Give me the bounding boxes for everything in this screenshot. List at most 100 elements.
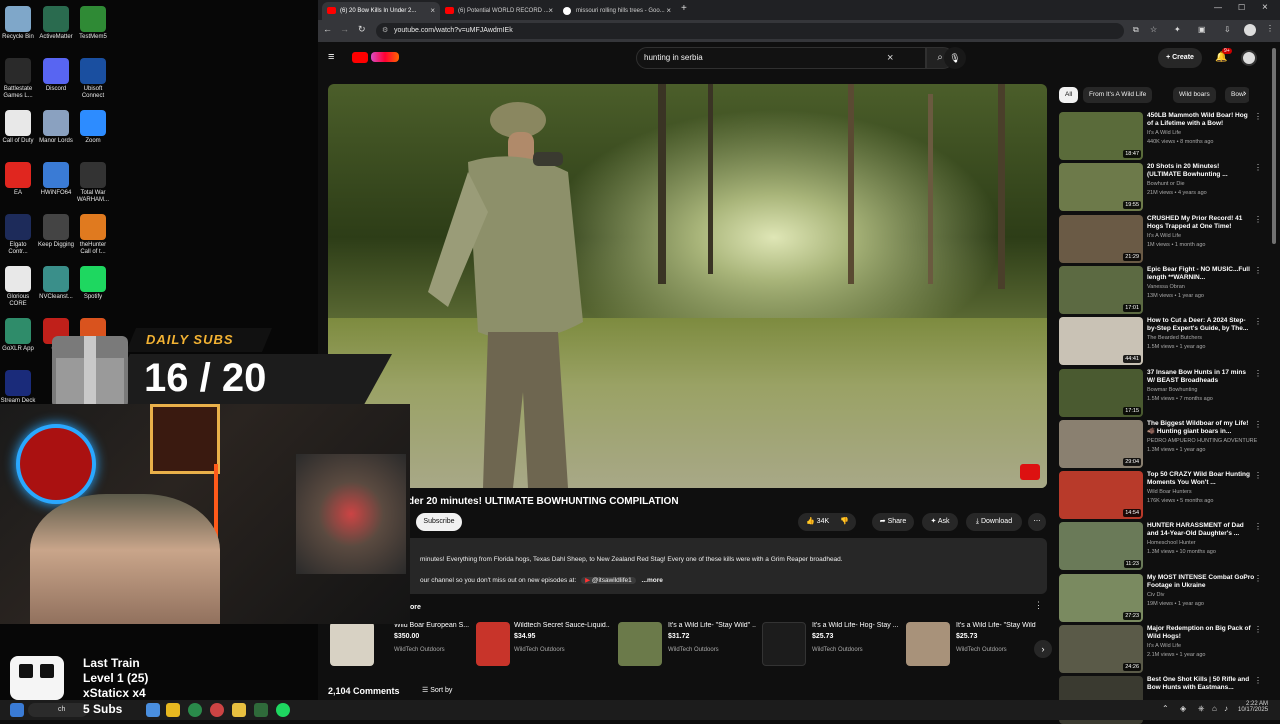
menu-icon[interactable]: ≡ <box>328 51 334 63</box>
recommended-video[interactable]: 18:47 450LB Mammoth Wild Boar! Hog of a L… <box>1059 112 1264 160</box>
account-avatar[interactable] <box>1241 50 1257 66</box>
desktop-icon[interactable]: EA <box>0 162 37 197</box>
video-menu-icon[interactable]: ⋮ <box>1254 471 1262 480</box>
ask-button[interactable]: ✦ Ask <box>922 513 958 531</box>
spotify-taskbar-icon[interactable] <box>276 703 290 717</box>
video-menu-icon[interactable]: ⋮ <box>1254 317 1262 326</box>
store-menu-icon[interactable]: ⋮ <box>1034 600 1043 611</box>
close-tab-icon[interactable]: × <box>430 2 435 20</box>
merch-item[interactable]: Wildtech Secret Sauce-Liquid... $34.95 W… <box>474 620 618 668</box>
desktop-icon[interactable]: TestMem5 <box>74 6 112 41</box>
desktop-icon[interactable]: HWiNFO64 <box>37 162 75 197</box>
back-icon[interactable]: ← <box>323 24 332 34</box>
channel-name[interactable]: Wild Boar Hunters <box>1147 489 1259 495</box>
recommended-video[interactable]: 27:23 My MOST INTENSE Combat GoPro Footag… <box>1059 573 1264 622</box>
chip-all[interactable]: All <box>1059 87 1079 103</box>
volume-icon[interactable]: ♪ <box>1224 704 1228 713</box>
channel-name[interactable]: Bowmar Bowhunting <box>1147 387 1259 393</box>
clear-search-icon[interactable]: × <box>887 48 893 68</box>
search-input[interactable]: hunting in serbia × <box>636 47 926 69</box>
reload-icon[interactable]: ↻ <box>358 24 366 35</box>
video-menu-icon[interactable]: ⋮ <box>1254 420 1262 429</box>
desktop-icon[interactable]: Zoom <box>74 110 112 145</box>
close-tab-icon[interactable]: × <box>666 2 671 20</box>
desktop-icon[interactable]: theHunter Call of t... <box>74 214 112 256</box>
video-menu-icon[interactable]: ⋮ <box>1254 163 1262 172</box>
channel-name[interactable]: Vanessa Obran <box>1147 284 1259 290</box>
video-thumbnail[interactable]: 44:41 <box>1059 317 1143 366</box>
desktop-icon[interactable]: NVCleanst... <box>37 266 75 301</box>
desktop-icon[interactable]: Elgato Contr... <box>0 214 37 256</box>
start-icon[interactable] <box>10 703 24 717</box>
task-view-icon[interactable] <box>146 703 160 717</box>
video-menu-icon[interactable]: ⋮ <box>1254 522 1262 531</box>
video-menu-icon[interactable]: ⋮ <box>1254 215 1262 224</box>
minimize-icon[interactable]: — <box>1214 3 1222 12</box>
tray-icon[interactable]: ⎈ <box>1198 704 1204 714</box>
merch-next-icon[interactable]: › <box>1034 640 1052 658</box>
video-thumbnail[interactable]: 11:23 <box>1059 522 1143 571</box>
recommended-video[interactable]: 29:04 The Biggest Wildboar of my Life! 🐗 … <box>1059 419 1264 468</box>
desktop-icon[interactable]: GoXLR App <box>0 318 37 353</box>
file-explorer-icon[interactable] <box>166 703 180 717</box>
more-actions-button[interactable]: ⋯ <box>1028 513 1046 531</box>
profile-avatar[interactable] <box>1244 24 1256 36</box>
more-link[interactable]: ...more <box>642 577 663 584</box>
channel-name[interactable]: PEDRO AMPUERO HUNTING ADVENTURE <box>1147 438 1259 444</box>
video-menu-icon[interactable]: ⋮ <box>1254 369 1262 378</box>
video-menu-icon[interactable]: ⋮ <box>1254 574 1262 583</box>
tray-app-icon[interactable]: ◈ <box>1180 704 1186 713</box>
desktop-icon[interactable]: Recycle Bin <box>0 6 37 41</box>
channel-name[interactable]: Bowhunt or Die <box>1147 181 1259 187</box>
video-thumbnail[interactable]: 29:04 <box>1059 419 1143 468</box>
install-icon[interactable]: ⧉ <box>1133 25 1139 35</box>
sidebar-icon[interactable]: ▣ <box>1198 25 1206 34</box>
voice-search-icon[interactable]: 🎙 <box>944 47 966 69</box>
new-tab-button[interactable]: + <box>681 3 687 14</box>
clock[interactable]: 2:22 AM 10/17/2025 <box>1238 701 1268 713</box>
merch-item[interactable]: Wild Boar European S... $350.00 WildTech… <box>330 620 474 668</box>
bookmark-star-icon[interactable]: ☆ <box>1150 25 1157 34</box>
recommended-video[interactable]: 19:55 20 Shots in 20 Minutes! (ULTIMATE B… <box>1059 163 1264 212</box>
app-icon[interactable] <box>210 703 224 717</box>
desktop-icon[interactable]: Manor Lords <box>37 110 75 145</box>
desktop-icon[interactable]: Call of Duty <box>0 110 37 145</box>
video-thumbnail[interactable]: 17:15 <box>1059 368 1143 417</box>
recommended-video[interactable]: 14:54 Top 50 CRAZY Wild Boar Hunting Mome… <box>1059 471 1264 520</box>
recommended-video[interactable]: 21:29 CRUSHED My Prior Record! 41 Hogs Tr… <box>1059 214 1264 263</box>
taskbar-search[interactable]: ch <box>28 703 88 717</box>
desktop-icon[interactable]: Stream Deck <box>0 370 37 405</box>
video-player[interactable] <box>328 84 1047 488</box>
video-menu-icon[interactable]: ⋮ <box>1254 676 1262 685</box>
channel-name[interactable]: The Bearded Butchers <box>1147 335 1259 341</box>
channel-name[interactable]: It's A Wild Life <box>1147 643 1259 649</box>
url-field[interactable]: ⚙ youtube.com/watch?v=uMFJAwdmIEk <box>376 23 1124 39</box>
video-thumbnail[interactable]: 18:47 <box>1059 112 1143 160</box>
desktop-icon[interactable]: Ubisoft Connect <box>74 58 112 100</box>
browser-menu-icon[interactable]: ⋮ <box>1266 24 1274 33</box>
merch-item[interactable]: It's a Wild Life- Hog- Stay ... $25.73 W… <box>762 620 906 668</box>
folder-icon[interactable] <box>232 703 246 717</box>
video-menu-icon[interactable]: ⋮ <box>1254 266 1262 275</box>
desktop-icon[interactable]: Keep Digging <box>37 214 75 249</box>
terminal-icon[interactable] <box>254 703 268 717</box>
tab-bow-kills[interactable]: (6) 20 Bow Kills In Under 2... × <box>322 2 440 20</box>
recommended-video[interactable]: 17:01 Epic Bear Fight - NO MUSIC...Full l… <box>1059 265 1264 314</box>
video-thumbnail[interactable]: 24:26 <box>1059 625 1143 673</box>
desktop-icon[interactable]: Battlestate Games L... <box>0 58 37 100</box>
share-button[interactable]: ➦ Share <box>872 513 914 531</box>
tab-google-search[interactable]: missouri rolling hills trees - Goo... × <box>558 2 676 20</box>
merch-item[interactable]: It's a Wild Life- "Stay Wild" ... $31.72… <box>618 620 762 668</box>
merch-item[interactable]: It's a Wild Life- "Stay Wild" ... $25.73… <box>906 620 1036 668</box>
desktop-icon[interactable]: Total War WARHAM... <box>74 162 112 204</box>
channel-watermark-icon[interactable] <box>1020 464 1040 480</box>
download-button[interactable]: ⤓ Download <box>966 513 1022 531</box>
youtube-logo-icon[interactable] <box>352 52 368 63</box>
create-button[interactable]: + Create <box>1158 48 1202 68</box>
description-box[interactable]: minutes! Everything from Florida hogs, T… <box>328 538 1047 594</box>
video-thumbnail[interactable]: 27:23 <box>1059 573 1143 622</box>
video-menu-icon[interactable]: ⋮ <box>1254 112 1262 121</box>
video-menu-icon[interactable]: ⋮ <box>1254 625 1262 634</box>
channel-name[interactable]: Civ Div <box>1147 592 1259 598</box>
subscribe-button[interactable]: Subscribe <box>416 513 462 531</box>
